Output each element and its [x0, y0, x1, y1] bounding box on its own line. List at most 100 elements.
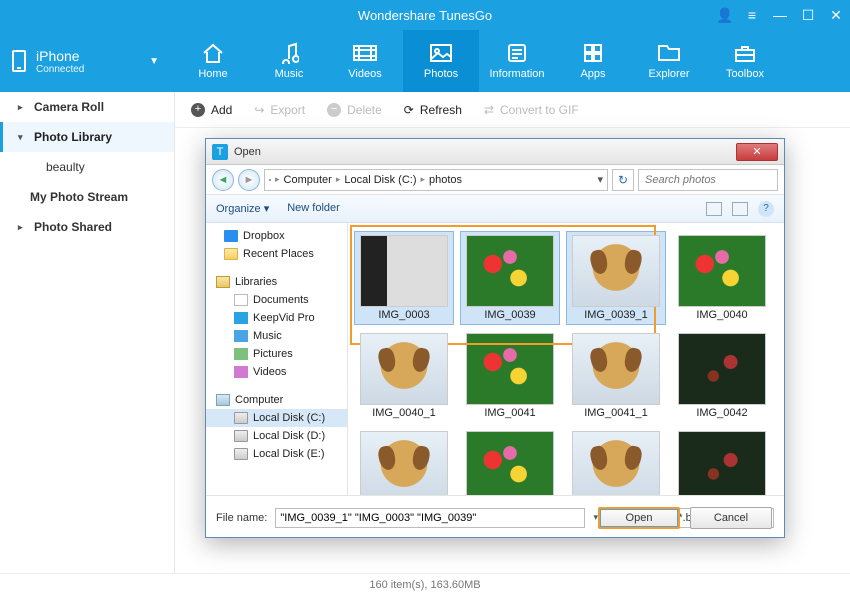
- tree-label: Computer: [235, 394, 283, 406]
- tree-libraries[interactable]: Libraries: [206, 273, 347, 291]
- tree-videos[interactable]: Videos: [206, 363, 347, 381]
- tree-drive-e[interactable]: Local Disk (E:): [206, 445, 347, 463]
- dialog-close-button[interactable]: ✕: [736, 143, 778, 161]
- nav-photos[interactable]: Photos: [403, 30, 479, 92]
- nav-toolbox[interactable]: Toolbox: [707, 30, 783, 92]
- minimize-button[interactable]: —: [772, 7, 788, 23]
- file-item[interactable]: [354, 427, 454, 495]
- maximize-button[interactable]: ☐: [800, 7, 816, 24]
- add-button[interactable]: +Add: [191, 103, 232, 117]
- cancel-button[interactable]: Cancel: [690, 507, 772, 529]
- tree-music[interactable]: Music: [206, 327, 347, 345]
- sidebar-label: Photo Shared: [34, 220, 112, 234]
- refresh-button[interactable]: ⟳Refresh: [404, 103, 462, 117]
- new-folder-button[interactable]: New folder: [287, 202, 340, 215]
- tree-keepvid[interactable]: KeepVid Pro: [206, 309, 347, 327]
- menu-icon[interactable]: ≡: [744, 7, 760, 23]
- nav-explorer[interactable]: Explorer: [631, 30, 707, 92]
- sidebar: ▸Camera Roll ▾Photo Library beaulty My P…: [0, 92, 175, 573]
- tree-recent-places[interactable]: Recent Places: [206, 245, 347, 263]
- sidebar-camera-roll[interactable]: ▸Camera Roll: [0, 92, 174, 122]
- organize-button[interactable]: Organize ▾: [216, 202, 269, 215]
- gif-icon: ⇄: [484, 103, 494, 117]
- view-mode-button[interactable]: [706, 202, 722, 216]
- nav-refresh-button[interactable]: ↻: [612, 169, 634, 191]
- phone-icon: [12, 50, 26, 72]
- tree-documents[interactable]: Documents: [206, 291, 347, 309]
- nav-videos-label: Videos: [348, 68, 381, 80]
- nav-information[interactable]: Information: [479, 30, 555, 92]
- computer-icon: [269, 179, 271, 181]
- nav-music[interactable]: Music: [251, 30, 327, 92]
- video-icon: [352, 42, 378, 64]
- device-selector[interactable]: iPhone Connected ▼: [0, 30, 175, 92]
- sidebar-my-photo-stream[interactable]: My Photo Stream: [0, 182, 174, 212]
- breadcrumb[interactable]: ▸ Computer ▸ Local Disk (C:) ▸ photos ▾: [264, 169, 608, 191]
- breadcrumb-seg[interactable]: Computer: [284, 174, 332, 186]
- file-item[interactable]: IMG_0041_1: [566, 329, 666, 423]
- sidebar-beaulty[interactable]: beaulty: [0, 152, 174, 182]
- help-button[interactable]: ?: [758, 201, 774, 217]
- tree-pictures[interactable]: Pictures: [206, 345, 347, 363]
- back-button[interactable]: ◄: [212, 169, 234, 191]
- nav-home[interactable]: Home: [175, 30, 251, 92]
- open-button[interactable]: Open: [598, 507, 680, 529]
- convert-gif-button[interactable]: ⇄Convert to GIF: [484, 103, 579, 117]
- sidebar-photo-shared[interactable]: ▸Photo Shared: [0, 212, 174, 242]
- tree-drive-d[interactable]: Local Disk (D:): [206, 427, 347, 445]
- thumbnail: [678, 333, 766, 405]
- tree-label: Pictures: [253, 348, 293, 360]
- toolbar-label: Add: [211, 103, 232, 117]
- sidebar-label: Photo Library: [34, 130, 112, 144]
- nav-music-label: Music: [275, 68, 304, 80]
- forward-button[interactable]: ►: [238, 169, 260, 191]
- titlebar: Wondershare TunesGo 👤 ≡ — ☐ ✕: [0, 0, 850, 30]
- tree-drive-c[interactable]: Local Disk (C:): [206, 409, 347, 427]
- thumbnail: [572, 431, 660, 495]
- nav-photos-label: Photos: [424, 68, 458, 80]
- sidebar-photo-library[interactable]: ▾Photo Library: [0, 122, 174, 152]
- nav-home-label: Home: [198, 68, 227, 80]
- search-input[interactable]: [638, 169, 778, 191]
- file-item[interactable]: [566, 427, 666, 495]
- file-item[interactable]: IMG_0040_1: [354, 329, 454, 423]
- tree-label: Local Disk (C:): [253, 412, 325, 424]
- dialog-tree: Dropbox Recent Places Libraries Document…: [206, 223, 348, 495]
- tree-label: Dropbox: [243, 230, 285, 242]
- file-item[interactable]: IMG_0040: [672, 231, 772, 325]
- toolbar-label: Export: [270, 103, 305, 117]
- file-item[interactable]: IMG_0042: [672, 329, 772, 423]
- toolbar-label: Refresh: [420, 103, 462, 117]
- thumbnail: [360, 431, 448, 495]
- keepvid-icon: [234, 312, 248, 324]
- file-item[interactable]: IMG_0003: [354, 231, 454, 325]
- nav-explorer-label: Explorer: [649, 68, 690, 80]
- export-button[interactable]: ↪Export: [254, 103, 305, 117]
- libraries-icon: [216, 276, 230, 288]
- nav-videos[interactable]: Videos: [327, 30, 403, 92]
- pictures-icon: [234, 348, 248, 360]
- file-item[interactable]: IMG_0041: [460, 329, 560, 423]
- documents-icon: [234, 294, 248, 306]
- filename-input[interactable]: [275, 508, 585, 528]
- device-status: Connected: [36, 64, 84, 75]
- dialog-toolbar: Organize ▾ New folder ?: [206, 195, 784, 223]
- breadcrumb-seg[interactable]: Local Disk (C:): [344, 174, 416, 186]
- delete-button[interactable]: −Delete: [327, 103, 382, 117]
- tree-dropbox[interactable]: Dropbox: [206, 227, 347, 245]
- thumbnail: [572, 333, 660, 405]
- file-item[interactable]: IMG_0039: [460, 231, 560, 325]
- preview-pane-button[interactable]: [732, 202, 748, 216]
- user-icon[interactable]: 👤: [716, 7, 732, 24]
- file-item[interactable]: [460, 427, 560, 495]
- breadcrumb-seg[interactable]: photos: [429, 174, 462, 186]
- file-list[interactable]: IMG_0003IMG_0039IMG_0039_1IMG_0040 IMG_0…: [348, 223, 784, 495]
- photos-icon: [428, 42, 454, 64]
- tree-computer[interactable]: Computer: [206, 391, 347, 409]
- file-item[interactable]: [672, 427, 772, 495]
- info-icon: [504, 42, 530, 64]
- nav-apps[interactable]: Apps: [555, 30, 631, 92]
- file-item[interactable]: IMG_0039_1: [566, 231, 666, 325]
- close-button[interactable]: ✕: [828, 7, 844, 24]
- home-icon: [200, 42, 226, 64]
